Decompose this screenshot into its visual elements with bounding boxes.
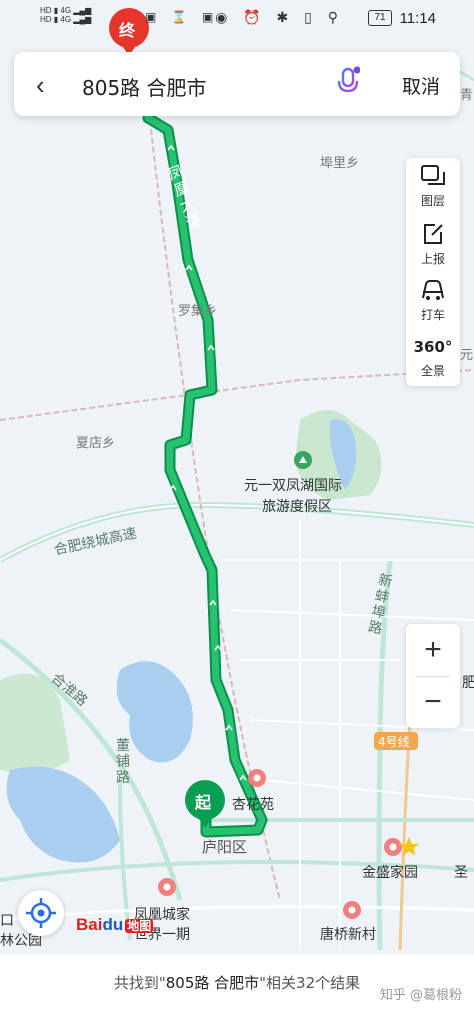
result-prefix: 共找到": [113, 974, 166, 992]
baidu-map-logo: Baidu 地图: [76, 915, 154, 935]
system-icons: ◉ ⏰ ✱ ▯ ⚲: [215, 9, 344, 25]
layers-button[interactable]: 图层: [406, 164, 460, 209]
panorama-button[interactable]: 360° 全景: [406, 334, 460, 379]
metro-line-badge: [374, 732, 418, 750]
result-bar: 共找到"805路 合肥市"相关32个结果 知乎 @葛根粉: [0, 954, 474, 1014]
locate-button[interactable]: [18, 890, 64, 936]
taxi-button[interactable]: 打车: [406, 278, 460, 323]
cancel-button[interactable]: 取消: [402, 72, 440, 99]
taxi-icon: [406, 278, 460, 304]
poi-pin-xinghuayuan[interactable]: [248, 769, 266, 787]
poi-pin-fenghuang[interactable]: [158, 878, 176, 896]
zoom-out-button[interactable]: −: [406, 676, 460, 728]
layers-label: 图层: [420, 194, 445, 208]
panorama-icon: 360°: [413, 338, 453, 356]
taxi-label: 打车: [420, 308, 445, 322]
panorama-label: 全景: [420, 364, 445, 378]
zoom-controls: + −: [406, 624, 460, 728]
report-label: 上报: [420, 252, 445, 266]
result-suffix: "相关32个结果: [259, 974, 361, 992]
poi-pin-resort[interactable]: [294, 451, 312, 469]
search-query[interactable]: 805路 合肥市: [82, 72, 207, 101]
report-icon: [406, 222, 460, 248]
notification-icons: ▣ ⌛ ▣: [145, 10, 220, 24]
clock: 11:14: [399, 10, 436, 27]
status-bar: HD ▮ 4G ▂▄▆ HD ▮ 4G ▂▄▆ ▣ ⌛ ▣ ◉ ⏰ ✱ ▯ ⚲ 7…: [0, 0, 474, 36]
microphone-icon[interactable]: [336, 66, 360, 100]
logo-ditu: 地图: [125, 919, 154, 933]
poi-pin-jinsheng[interactable]: [384, 838, 402, 856]
zoom-in-button[interactable]: +: [406, 624, 460, 676]
report-button[interactable]: 上报: [406, 222, 460, 267]
layers-icon: [406, 164, 460, 190]
signal-indicator: HD ▮ 4G ▂▄▆ HD ▮ 4G ▂▄▆: [40, 6, 92, 24]
watermark: 知乎 @葛根粉: [379, 988, 462, 1003]
chevron-left-icon[interactable]: ‹: [36, 70, 45, 101]
battery-icon: 71: [368, 10, 392, 26]
poi-pin-tangqiao[interactable]: [343, 901, 361, 919]
logo-bai: Bai: [76, 915, 103, 934]
result-query: 805路 合肥市: [165, 974, 260, 992]
locate-icon: [26, 898, 56, 928]
map-canvas[interactable]: [0, 0, 474, 1014]
search-bar[interactable]: ‹ 805路 合肥市 取消: [14, 52, 460, 116]
map-tools-panel: 图层 上报 打车 360° 全景: [406, 158, 460, 386]
logo-du: du: [102, 915, 124, 934]
